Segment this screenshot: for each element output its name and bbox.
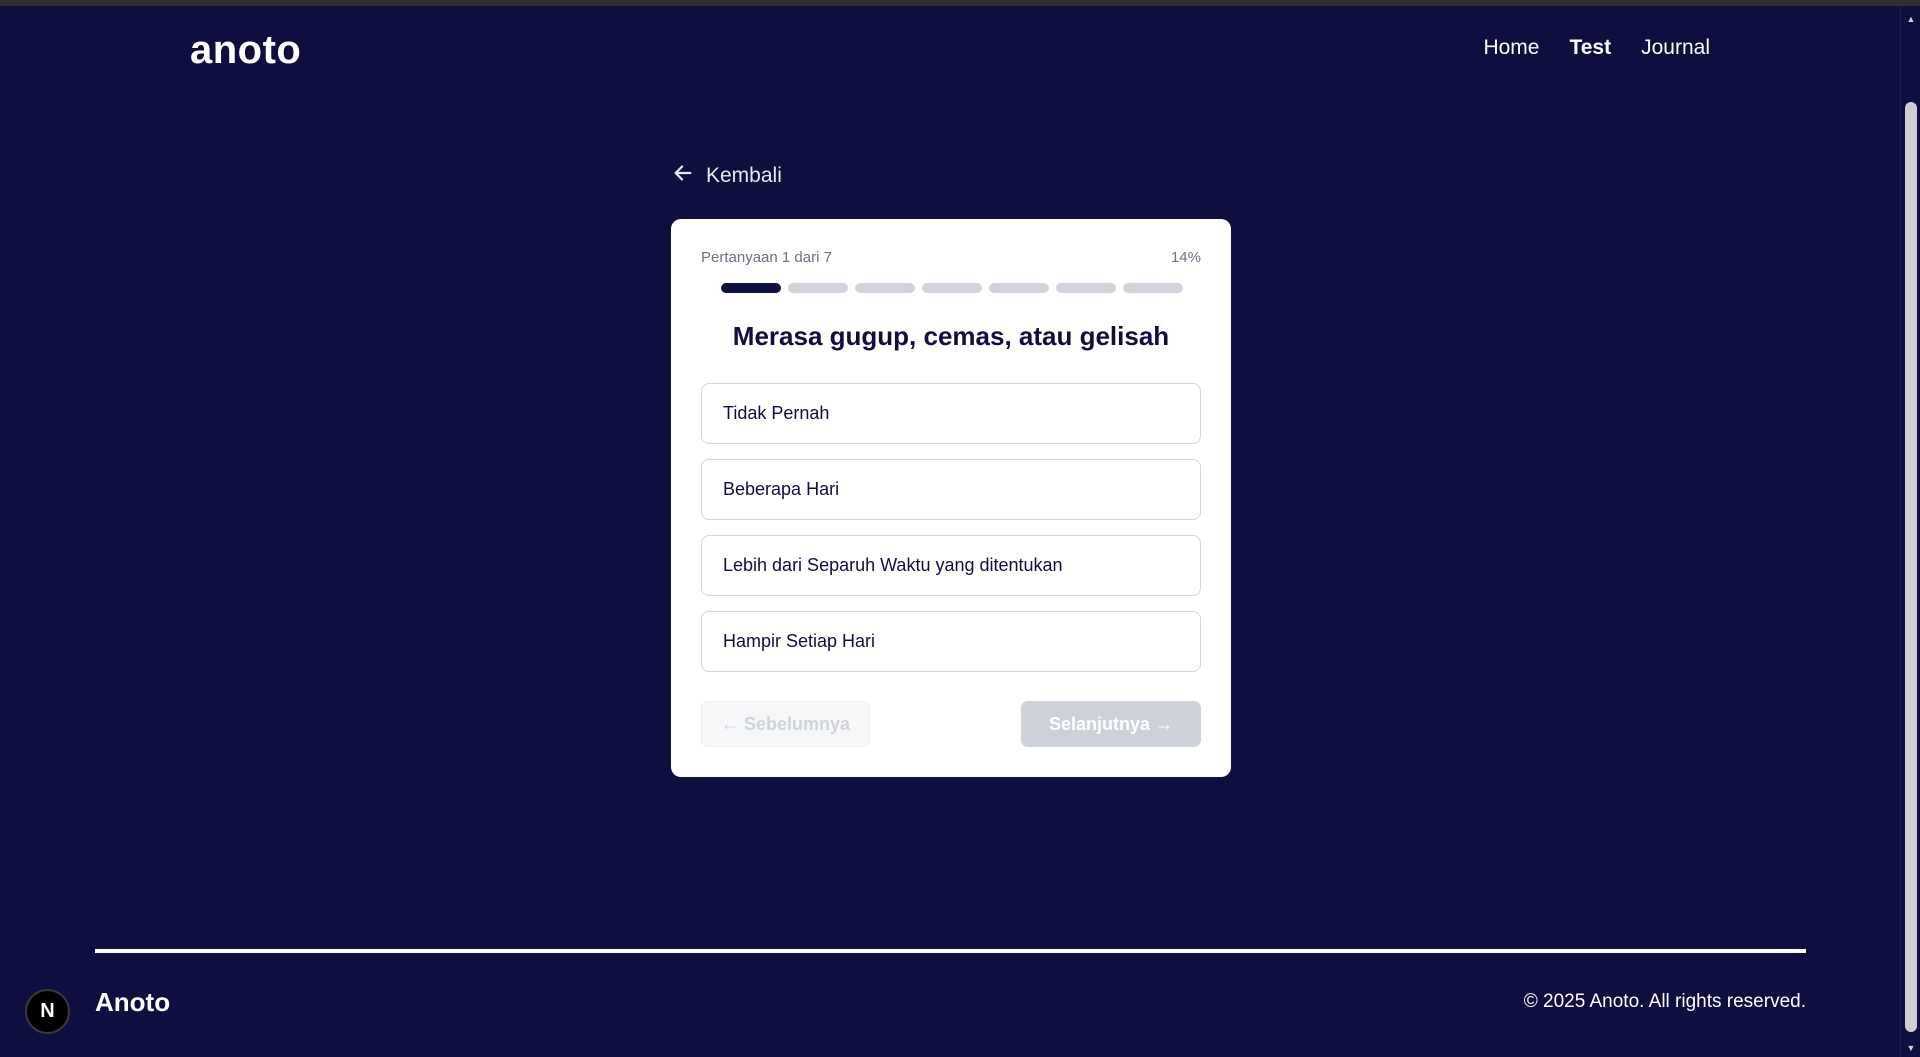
nav-home[interactable]: Home [1483, 36, 1539, 60]
progress-segment [1056, 283, 1116, 293]
copyright-text: © 2025 Anoto. All rights reserved. [1523, 991, 1806, 1012]
option-beberapa-hari[interactable]: Beberapa Hari [701, 459, 1201, 520]
footer-brand: Anoto [95, 987, 171, 1017]
site-logo[interactable]: anoto [190, 28, 301, 73]
scroll-thumb[interactable] [1905, 102, 1917, 1032]
option-tidak-pernah[interactable]: Tidak Pernah [701, 383, 1201, 444]
n-logo-icon: N [40, 1000, 55, 1022]
page: anoto Home Test Journal Kembali Pertanya… [0, 6, 1900, 1057]
question-text: Merasa gugup, cemas, atau gelisah [732, 321, 1170, 351]
back-link[interactable]: Kembali [672, 162, 782, 190]
next-button[interactable]: Selanjutnya → [1021, 701, 1201, 747]
question-card: Pertanyaan 1 dari 7 14% Merasa gugup, ce… [671, 219, 1231, 777]
progress-segment [1123, 283, 1183, 293]
progress-segment [855, 283, 915, 293]
nav-journal[interactable]: Journal [1641, 36, 1710, 60]
progress-percent: 14% [1170, 249, 1201, 266]
nav-test[interactable]: Test [1569, 36, 1611, 60]
previous-button[interactable]: ← Sebelumnya [701, 701, 870, 747]
progress-segment [721, 283, 781, 293]
progress-segment [922, 283, 982, 293]
footer-divider [95, 949, 1806, 953]
scroll-up-icon[interactable]: ▲ [1905, 14, 1917, 24]
nextjs-dev-badge[interactable]: N [25, 989, 70, 1034]
option-lebih-dari-separuh[interactable]: Lebih dari Separuh Waktu yang ditentukan [701, 535, 1201, 596]
question-header: Pertanyaan 1 dari 7 14% [701, 249, 1201, 266]
back-label: Kembali [706, 164, 782, 187]
answer-options: Tidak Pernah Beberapa Hari Lebih dari Se… [701, 383, 1201, 687]
question-counter: Pertanyaan 1 dari 7 [701, 249, 832, 266]
progress-segment [788, 283, 848, 293]
option-hampir-setiap-hari[interactable]: Hampir Setiap Hari [701, 611, 1201, 672]
vertical-scrollbar[interactable]: ▲ ▼ [1900, 6, 1920, 1057]
progress-bar [721, 283, 1183, 293]
scroll-down-icon[interactable]: ▼ [1905, 1043, 1917, 1053]
progress-segment [989, 283, 1049, 293]
main-nav: Home Test Journal [1483, 36, 1710, 60]
arrow-left-icon [672, 162, 694, 190]
